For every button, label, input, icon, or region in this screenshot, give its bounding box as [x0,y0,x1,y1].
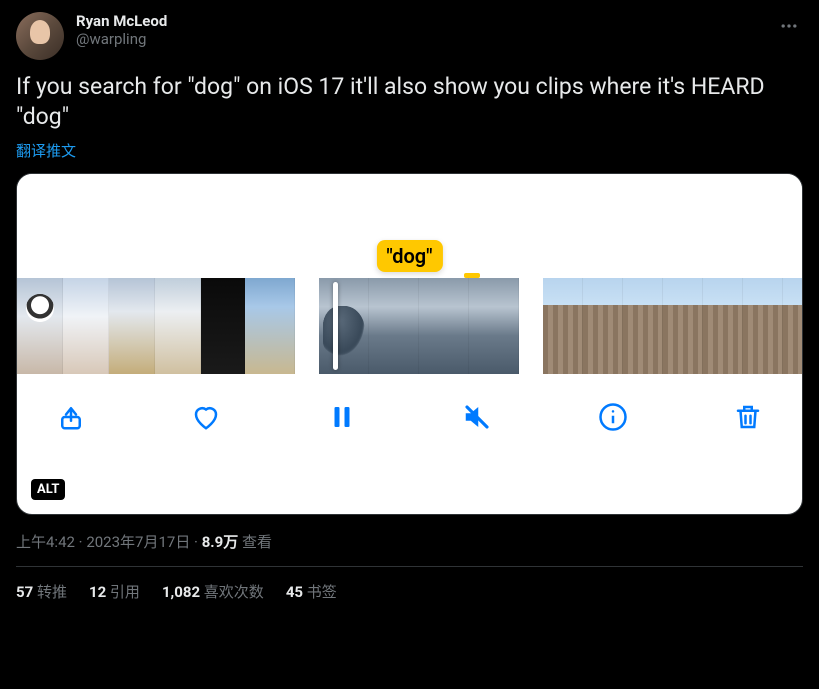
thumbnail [663,278,703,374]
playhead[interactable] [333,282,338,370]
tweet-stats: 57 转推 12 引用 1,082 喜欢次数 45 书签 [16,567,803,616]
views-label: 查看 [242,533,272,551]
video-timeline[interactable] [17,278,802,374]
alt-badge[interactable]: ALT [31,479,65,500]
tweet-meta: 上午4:42 · 2023年7月17日 · 8.9万 查看 [16,531,803,567]
heart-icon[interactable] [188,399,224,435]
embedded-media[interactable]: "dog" [16,173,803,515]
tweet-text: If you search for "dog" on iOS 17 it'll … [16,72,803,132]
views-count: 8.9万 [202,533,239,551]
display-name: Ryan McLeod [76,12,763,30]
clip-group-2[interactable] [319,278,519,374]
pause-icon[interactable] [324,399,360,435]
media-whitespace: "dog" [17,174,802,278]
caption-tag: "dog" [376,240,442,272]
avatar[interactable] [16,12,64,60]
thumbnail [245,278,295,374]
tweet-date[interactable]: 2023年7月17日 [86,533,190,551]
quotes-stat[interactable]: 12 引用 [89,581,140,602]
thumbnail [369,278,419,374]
handle: @warpling [76,30,763,48]
thumbnail [783,278,802,374]
thumbnail [419,278,469,374]
retweets-stat[interactable]: 57 转推 [16,581,67,602]
thumbnail [743,278,783,374]
share-icon[interactable] [53,399,89,435]
thumbnail [17,278,63,374]
tweet-time[interactable]: 上午4:42 [16,533,75,551]
trash-icon[interactable] [730,399,766,435]
clip-group-3[interactable] [543,278,802,374]
author-names[interactable]: Ryan McLeod @warpling [76,12,763,48]
thumbnail [155,278,201,374]
thumbnail [109,278,155,374]
thumbnail [201,278,245,374]
info-icon[interactable] [595,399,631,435]
thumbnail [583,278,623,374]
thumbnail [703,278,743,374]
translate-link[interactable]: 翻译推文 [16,140,76,161]
clip-group-1[interactable] [17,278,295,374]
thumbnail [543,278,583,374]
tweet-container: Ryan McLeod @warpling If you search for … [0,0,819,616]
media-toolbar [17,374,802,460]
likes-stat[interactable]: 1,082 喜欢次数 [162,581,264,602]
thumbnail [469,278,519,374]
thumbnail [623,278,663,374]
tweet-header: Ryan McLeod @warpling [16,12,803,60]
mute-icon[interactable] [459,399,495,435]
bookmarks-stat[interactable]: 45 书签 [286,581,337,602]
thumbnail [63,278,109,374]
more-icon[interactable] [775,12,803,45]
